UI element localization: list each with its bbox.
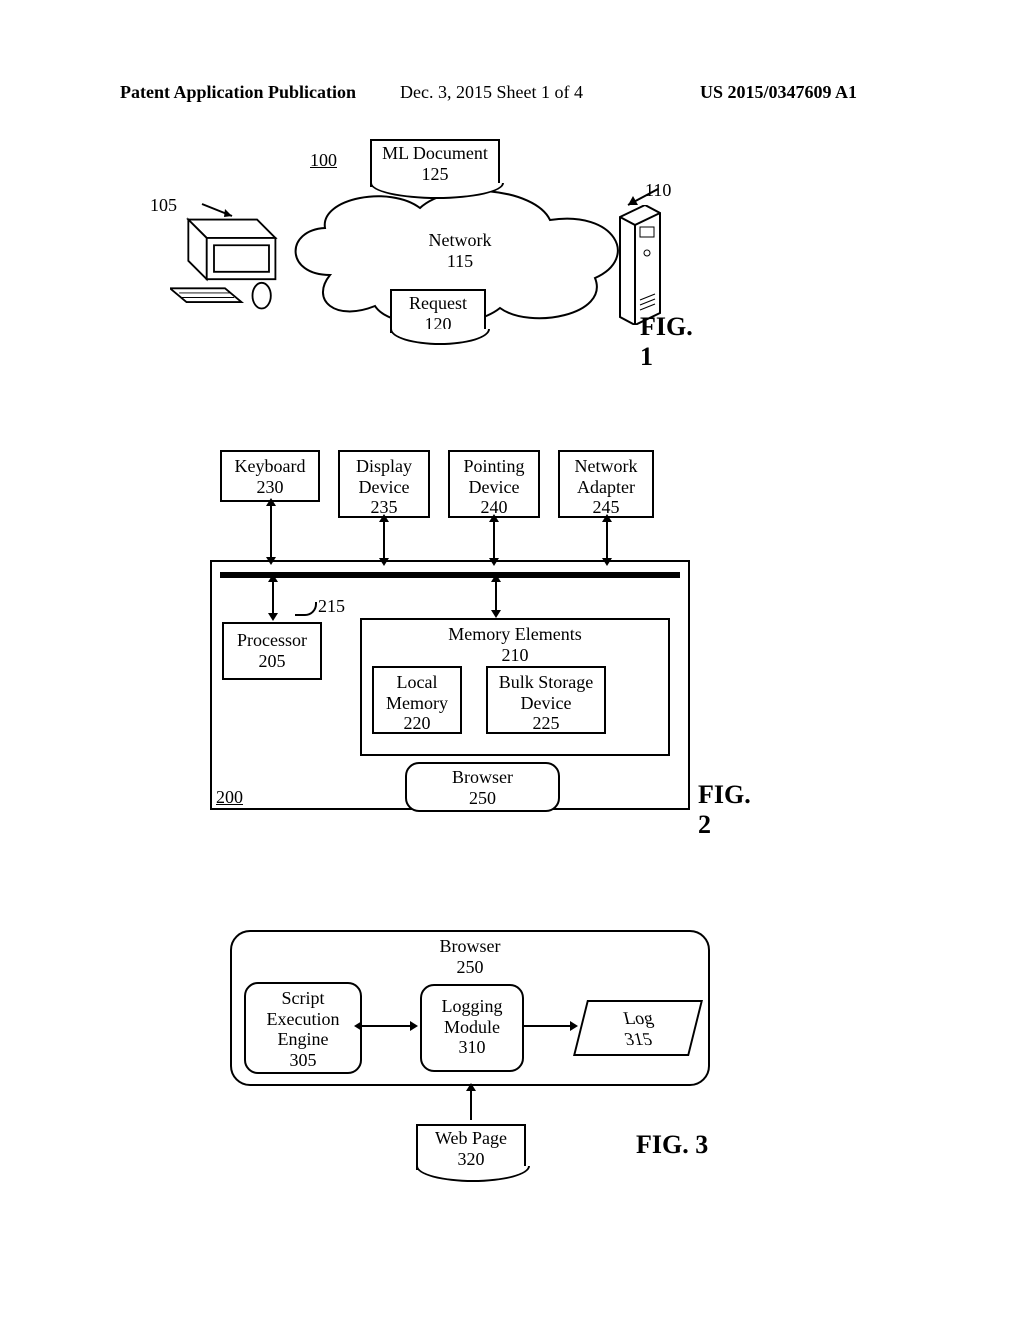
arrow-webpage-logging [470,1090,472,1120]
figure-2: Keyboard 230 Display Device 235 Pointing… [210,450,700,810]
logging-module-box: Logging Module 310 [420,984,524,1072]
log-number: 315 [622,1029,654,1050]
ref-200: 200 [216,787,243,808]
script-engine-label: Script Execution Engine [267,988,340,1049]
bulk-storage-label: Bulk Storage Device [499,672,594,713]
fig2-title: FIG. 2 [698,780,751,840]
local-memory-box: Local Memory 220 [372,666,462,734]
webpage-label: Web Page [435,1128,507,1148]
arrow-105 [200,202,240,220]
local-memory-number: 220 [404,713,431,733]
processor-label: Processor [237,630,307,650]
memory-elements-number: 210 [502,645,529,665]
connector-memory [495,580,497,612]
log-label: Log [621,1008,655,1029]
network-label: Network [429,230,492,250]
request-box: Request 120 [390,289,486,333]
request-number: 120 [425,314,452,334]
browser-label: Browser [452,767,513,787]
keyboard-number: 230 [257,477,284,497]
network-adapter-label: Network Adapter [575,456,638,497]
connector-network-adapter [606,520,608,560]
arrow-script-logging [362,1025,410,1027]
arrow-110 [620,187,660,209]
client-computer-icon [170,215,280,315]
bulk-storage-number: 225 [533,713,560,733]
network-adapter-box: Network Adapter 245 [558,450,654,518]
bulk-storage-box: Bulk Storage Device 225 [486,666,606,734]
keyboard-label: Keyboard [235,456,306,476]
webpage-number: 320 [458,1149,485,1169]
request-label: Request [409,293,467,313]
ml-document-label: ML Document [382,143,488,163]
figure-3: Browser 250 Script Execution Engine 305 … [230,930,720,1190]
memory-elements-box: Memory Elements 210 Local Memory 220 Bul… [360,618,670,756]
browser-container: Browser 250 Script Execution Engine 305 … [230,930,710,1086]
fig3-title: FIG. 3 [636,1130,708,1160]
ref-100: 100 [310,150,337,171]
network-number: 115 [447,251,473,271]
webpage-box: Web Page 320 [416,1124,526,1170]
memory-elements-label: Memory Elements [448,624,581,644]
display-device-box: Display Device 235 [338,450,430,518]
logging-module-label: Logging Module [442,996,503,1037]
ml-document-box: ML Document 125 [370,139,500,187]
header-left: Patent Application Publication [120,82,356,103]
pointing-device-box: Pointing Device 240 [448,450,540,518]
header-right: US 2015/0347609 A1 [700,82,857,103]
ml-document-number: 125 [422,164,449,184]
connector-keyboard [270,504,272,559]
browser-box: Browser 250 [405,762,560,812]
keyboard-box: Keyboard 230 [220,450,320,502]
figure-1: 100 Network 115 105 [210,140,710,360]
ref-105: 105 [150,195,177,216]
pointing-label: Pointing Device [463,456,524,497]
browser-container-number: 250 [457,957,484,977]
script-engine-number: 305 [290,1050,317,1070]
browser-number: 250 [469,788,496,808]
processor-number: 205 [259,651,286,671]
processor-box: Processor 205 [222,622,322,680]
arrow-logging-log [524,1025,570,1027]
script-execution-engine-box: Script Execution Engine 305 [244,982,362,1074]
logging-module-number: 310 [459,1037,486,1057]
connector-display [383,520,385,560]
header-middle: Dec. 3, 2015 Sheet 1 of 4 [400,82,583,103]
display-label: Display Device [356,456,412,497]
browser-container-label: Browser [440,936,501,956]
local-memory-label: Local Memory [386,672,448,713]
connector-processor [272,580,274,615]
connector-pointing [493,520,495,560]
log-shape: Log 315 [573,1000,703,1056]
system-bus [220,572,680,578]
server-icon [615,205,665,325]
fig1-title: FIG. 1 [640,312,710,372]
ref-215: 215 [318,596,345,617]
